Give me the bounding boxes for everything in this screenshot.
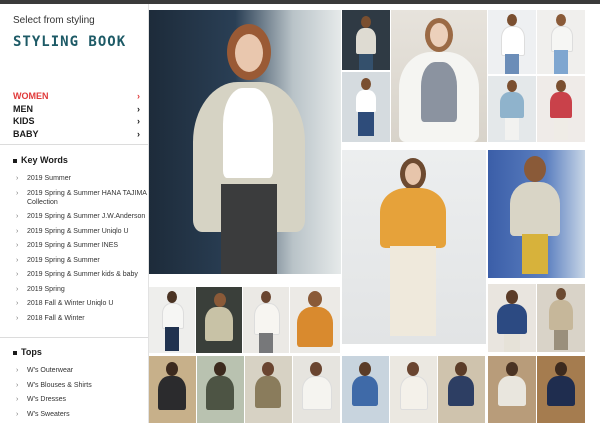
divider xyxy=(0,144,148,145)
style-photo[interactable] xyxy=(390,356,437,423)
category-men[interactable]: MEN › xyxy=(0,103,148,115)
tops-heading: Tops xyxy=(13,347,42,357)
key-words-list: › 2019 Summer › 2019 Spring & Summer HANA … xyxy=(0,174,148,328)
style-photo[interactable] xyxy=(537,284,585,352)
style-photo[interactable] xyxy=(391,10,487,142)
key-word-link[interactable]: › 2018 Fall & Winter xyxy=(0,314,148,323)
style-photo[interactable] xyxy=(488,76,536,142)
tops-link[interactable]: › W's Outerwear xyxy=(0,366,148,375)
tops-link[interactable]: › W's Sweaters xyxy=(0,410,148,419)
chevron-right-icon: › xyxy=(16,189,19,197)
chevron-right-icon: › xyxy=(16,285,19,293)
key-word-link[interactable]: › 2019 Spring xyxy=(0,285,148,294)
category-label: MEN xyxy=(13,103,33,114)
chevron-right-icon: › xyxy=(137,91,140,101)
key-word-link[interactable]: › 2019 Spring & Summer xyxy=(0,256,148,265)
style-photo[interactable] xyxy=(342,356,389,423)
style-photo[interactable] xyxy=(243,287,289,353)
category-label: KIDS xyxy=(13,116,35,126)
chevron-right-icon: › xyxy=(137,116,140,126)
style-photo[interactable] xyxy=(537,10,585,74)
styling-subtitle: Select from styling xyxy=(13,15,95,26)
chevron-right-icon: › xyxy=(16,242,19,249)
style-photo[interactable] xyxy=(488,356,536,423)
key-words-heading: Key Words xyxy=(13,155,68,165)
category-women[interactable]: WOMEN › xyxy=(0,90,148,102)
divider xyxy=(0,337,148,338)
category-baby[interactable]: BABY › xyxy=(0,128,148,140)
style-photo[interactable] xyxy=(245,356,292,423)
style-photo[interactable] xyxy=(342,150,486,344)
key-word-link[interactable]: › 2019 Spring & Summer J.W.Anderson xyxy=(0,212,148,221)
chevron-right-icon: › xyxy=(16,300,19,307)
category-label: BABY xyxy=(13,128,39,139)
tops-link[interactable]: › W's Blouses & Shirts xyxy=(0,381,148,390)
chevron-right-icon: › xyxy=(16,271,19,278)
style-photo[interactable] xyxy=(342,10,390,70)
styling-photo-grid xyxy=(149,4,600,423)
style-photo[interactable] xyxy=(488,284,536,352)
style-photo[interactable] xyxy=(149,10,341,274)
tops-link[interactable]: › W's Dresses xyxy=(0,395,148,404)
chevron-right-icon: › xyxy=(16,256,19,264)
style-photo[interactable] xyxy=(197,356,244,423)
style-photo[interactable] xyxy=(342,72,390,142)
chevron-right-icon: › xyxy=(137,103,140,114)
style-photo[interactable] xyxy=(537,356,585,423)
chevron-right-icon: › xyxy=(16,381,19,389)
chevron-right-icon: › xyxy=(16,175,19,182)
key-word-link[interactable]: › 2019 Spring & Summer Uniqlo U xyxy=(0,227,148,236)
square-bullet-icon xyxy=(13,350,17,355)
category-kids[interactable]: KIDS › xyxy=(0,115,148,127)
category-list: WOMEN › MEN › KIDS › BABY › xyxy=(0,90,148,140)
styling-book-title: STYLING BOOK xyxy=(13,34,127,50)
key-word-link[interactable]: › 2018 Fall & Winter Uniqlo U xyxy=(0,299,148,308)
style-photo[interactable] xyxy=(149,356,196,423)
tops-list: › W's Outerwear › W's Blouses & Shirts › W'… xyxy=(0,366,148,423)
chevron-right-icon: › xyxy=(16,396,19,403)
chevron-right-icon: › xyxy=(16,213,19,220)
style-photo[interactable] xyxy=(290,287,340,353)
style-photo[interactable] xyxy=(488,10,536,74)
sidebar: Select from styling STYLING BOOK WOMEN ›… xyxy=(0,4,149,423)
style-photo[interactable] xyxy=(293,356,340,423)
key-word-link[interactable]: › 2019 Summer xyxy=(0,174,148,183)
style-photo[interactable] xyxy=(438,356,485,423)
style-photo[interactable] xyxy=(537,76,585,142)
key-word-link[interactable]: › 2019 Spring & Summer kids & baby xyxy=(0,270,148,279)
key-word-link[interactable]: › 2019 Spring & Summer INES xyxy=(0,241,148,250)
chevron-right-icon: › xyxy=(16,314,19,322)
style-photo[interactable] xyxy=(488,150,585,278)
style-photo[interactable] xyxy=(196,287,242,353)
category-label: WOMEN xyxy=(13,91,49,101)
square-bullet-icon xyxy=(13,158,17,163)
key-word-link[interactable]: › 2019 Spring & Summer HANA TAJIMA Collec… xyxy=(0,189,148,207)
chevron-right-icon: › xyxy=(137,128,140,139)
chevron-right-icon: › xyxy=(16,410,19,418)
chevron-right-icon: › xyxy=(16,227,19,235)
chevron-right-icon: › xyxy=(16,367,19,374)
style-photo[interactable] xyxy=(149,287,195,353)
model-figure xyxy=(185,24,315,274)
